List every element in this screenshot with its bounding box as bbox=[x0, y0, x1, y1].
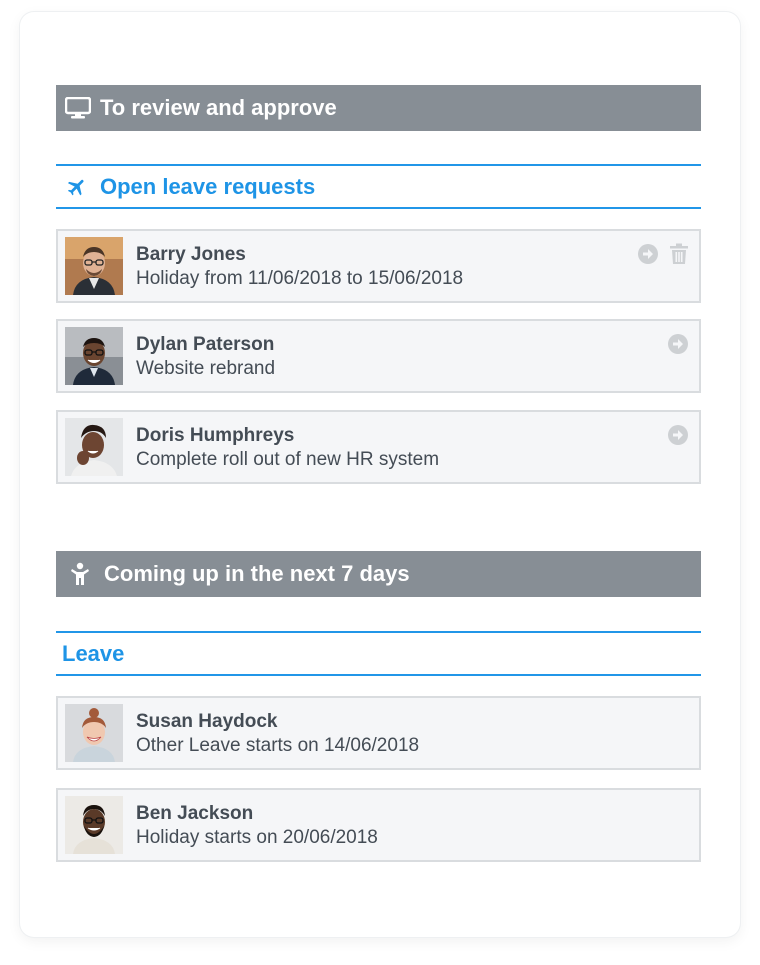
person-name: Doris Humphreys bbox=[136, 425, 295, 446]
person-name: Ben Jackson bbox=[136, 803, 254, 824]
sub-header-leave: Leave bbox=[56, 631, 701, 676]
sub-header-open-requests: Open leave requests bbox=[56, 164, 701, 209]
arrow-right-circle-icon[interactable] bbox=[667, 424, 689, 446]
avatar bbox=[65, 237, 123, 295]
avatar bbox=[65, 327, 123, 385]
section-title: Coming up in the next 7 days bbox=[104, 561, 410, 586]
person-name: Dylan Paterson bbox=[136, 334, 275, 355]
list-item[interactable]: Susan Haydock Other Leave starts on 14/0… bbox=[56, 696, 701, 770]
request-description: Holiday from 11/06/2018 to 15/06/2018 bbox=[136, 268, 464, 289]
list-item[interactable]: Ben Jackson Holiday starts on 20/06/2018 bbox=[56, 788, 701, 862]
sub-header-title: Leave bbox=[62, 640, 125, 666]
monitor-icon bbox=[65, 97, 91, 119]
sub-header-title: Open leave requests bbox=[100, 173, 316, 199]
avatar bbox=[65, 418, 123, 476]
person-name: Barry Jones bbox=[136, 244, 246, 265]
list-item[interactable]: Dylan Paterson Website rebrand bbox=[56, 319, 701, 393]
person-icon bbox=[70, 562, 90, 586]
request-description: Website rebrand bbox=[136, 358, 276, 379]
item-actions bbox=[667, 424, 689, 446]
list-item[interactable]: Barry Jones Holiday from 11/06/2018 to 1… bbox=[56, 229, 701, 303]
list-item[interactable]: Doris Humphreys Complete roll out of new… bbox=[56, 410, 701, 484]
arrow-right-circle-icon[interactable] bbox=[637, 243, 659, 265]
avatar bbox=[65, 796, 123, 854]
arrow-right-circle-icon[interactable] bbox=[667, 333, 689, 355]
person-name: Susan Haydock bbox=[136, 711, 278, 732]
section-header-review: To review and approve bbox=[56, 85, 701, 131]
leave-description: Holiday starts on 20/06/2018 bbox=[136, 827, 378, 848]
item-actions bbox=[667, 333, 689, 355]
section-title: To review and approve bbox=[100, 95, 337, 120]
leave-description: Other Leave starts on 14/06/2018 bbox=[136, 735, 420, 756]
avatar bbox=[65, 704, 123, 762]
trash-icon[interactable] bbox=[669, 243, 689, 265]
section-header-upcoming: Coming up in the next 7 days bbox=[56, 551, 701, 597]
request-description: Complete roll out of new HR system bbox=[136, 449, 440, 470]
airplane-icon bbox=[66, 176, 88, 198]
item-actions bbox=[637, 243, 689, 265]
